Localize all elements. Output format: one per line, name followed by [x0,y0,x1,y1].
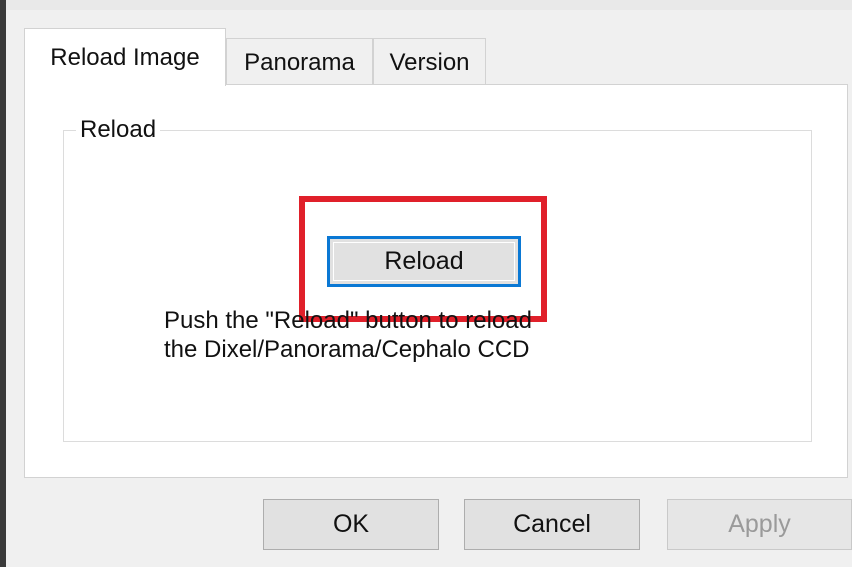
highlight-rectangle: Reload [299,196,547,322]
tab-reload-image[interactable]: Reload Image [24,28,226,86]
reload-button[interactable]: Reload [327,236,521,287]
window-edge [0,0,6,567]
reload-button-label: Reload [384,247,464,275]
tab-page-reload-image: Reload Reload Push the "Reload" button t… [24,84,848,478]
description-line-1: Push the "Reload" button to reload [164,307,532,334]
title-bar-edge [6,0,852,10]
apply-button[interactable]: Apply [667,499,852,550]
cancel-button[interactable]: Cancel [464,499,640,550]
properties-dialog: Reload Image Panorama Version Reload Rel… [0,0,852,567]
reload-description: Push the "Reload" button to reload the D… [164,306,532,364]
tab-panorama[interactable]: Panorama [226,38,373,86]
description-line-2: the Dixel/Panorama/Cephalo CCD [164,336,530,363]
ok-button[interactable]: OK [263,499,439,550]
group-title: Reload [76,116,161,144]
reload-group-box: Reload Reload Push the "Reload" button t… [63,116,812,442]
tab-version[interactable]: Version [373,38,486,86]
